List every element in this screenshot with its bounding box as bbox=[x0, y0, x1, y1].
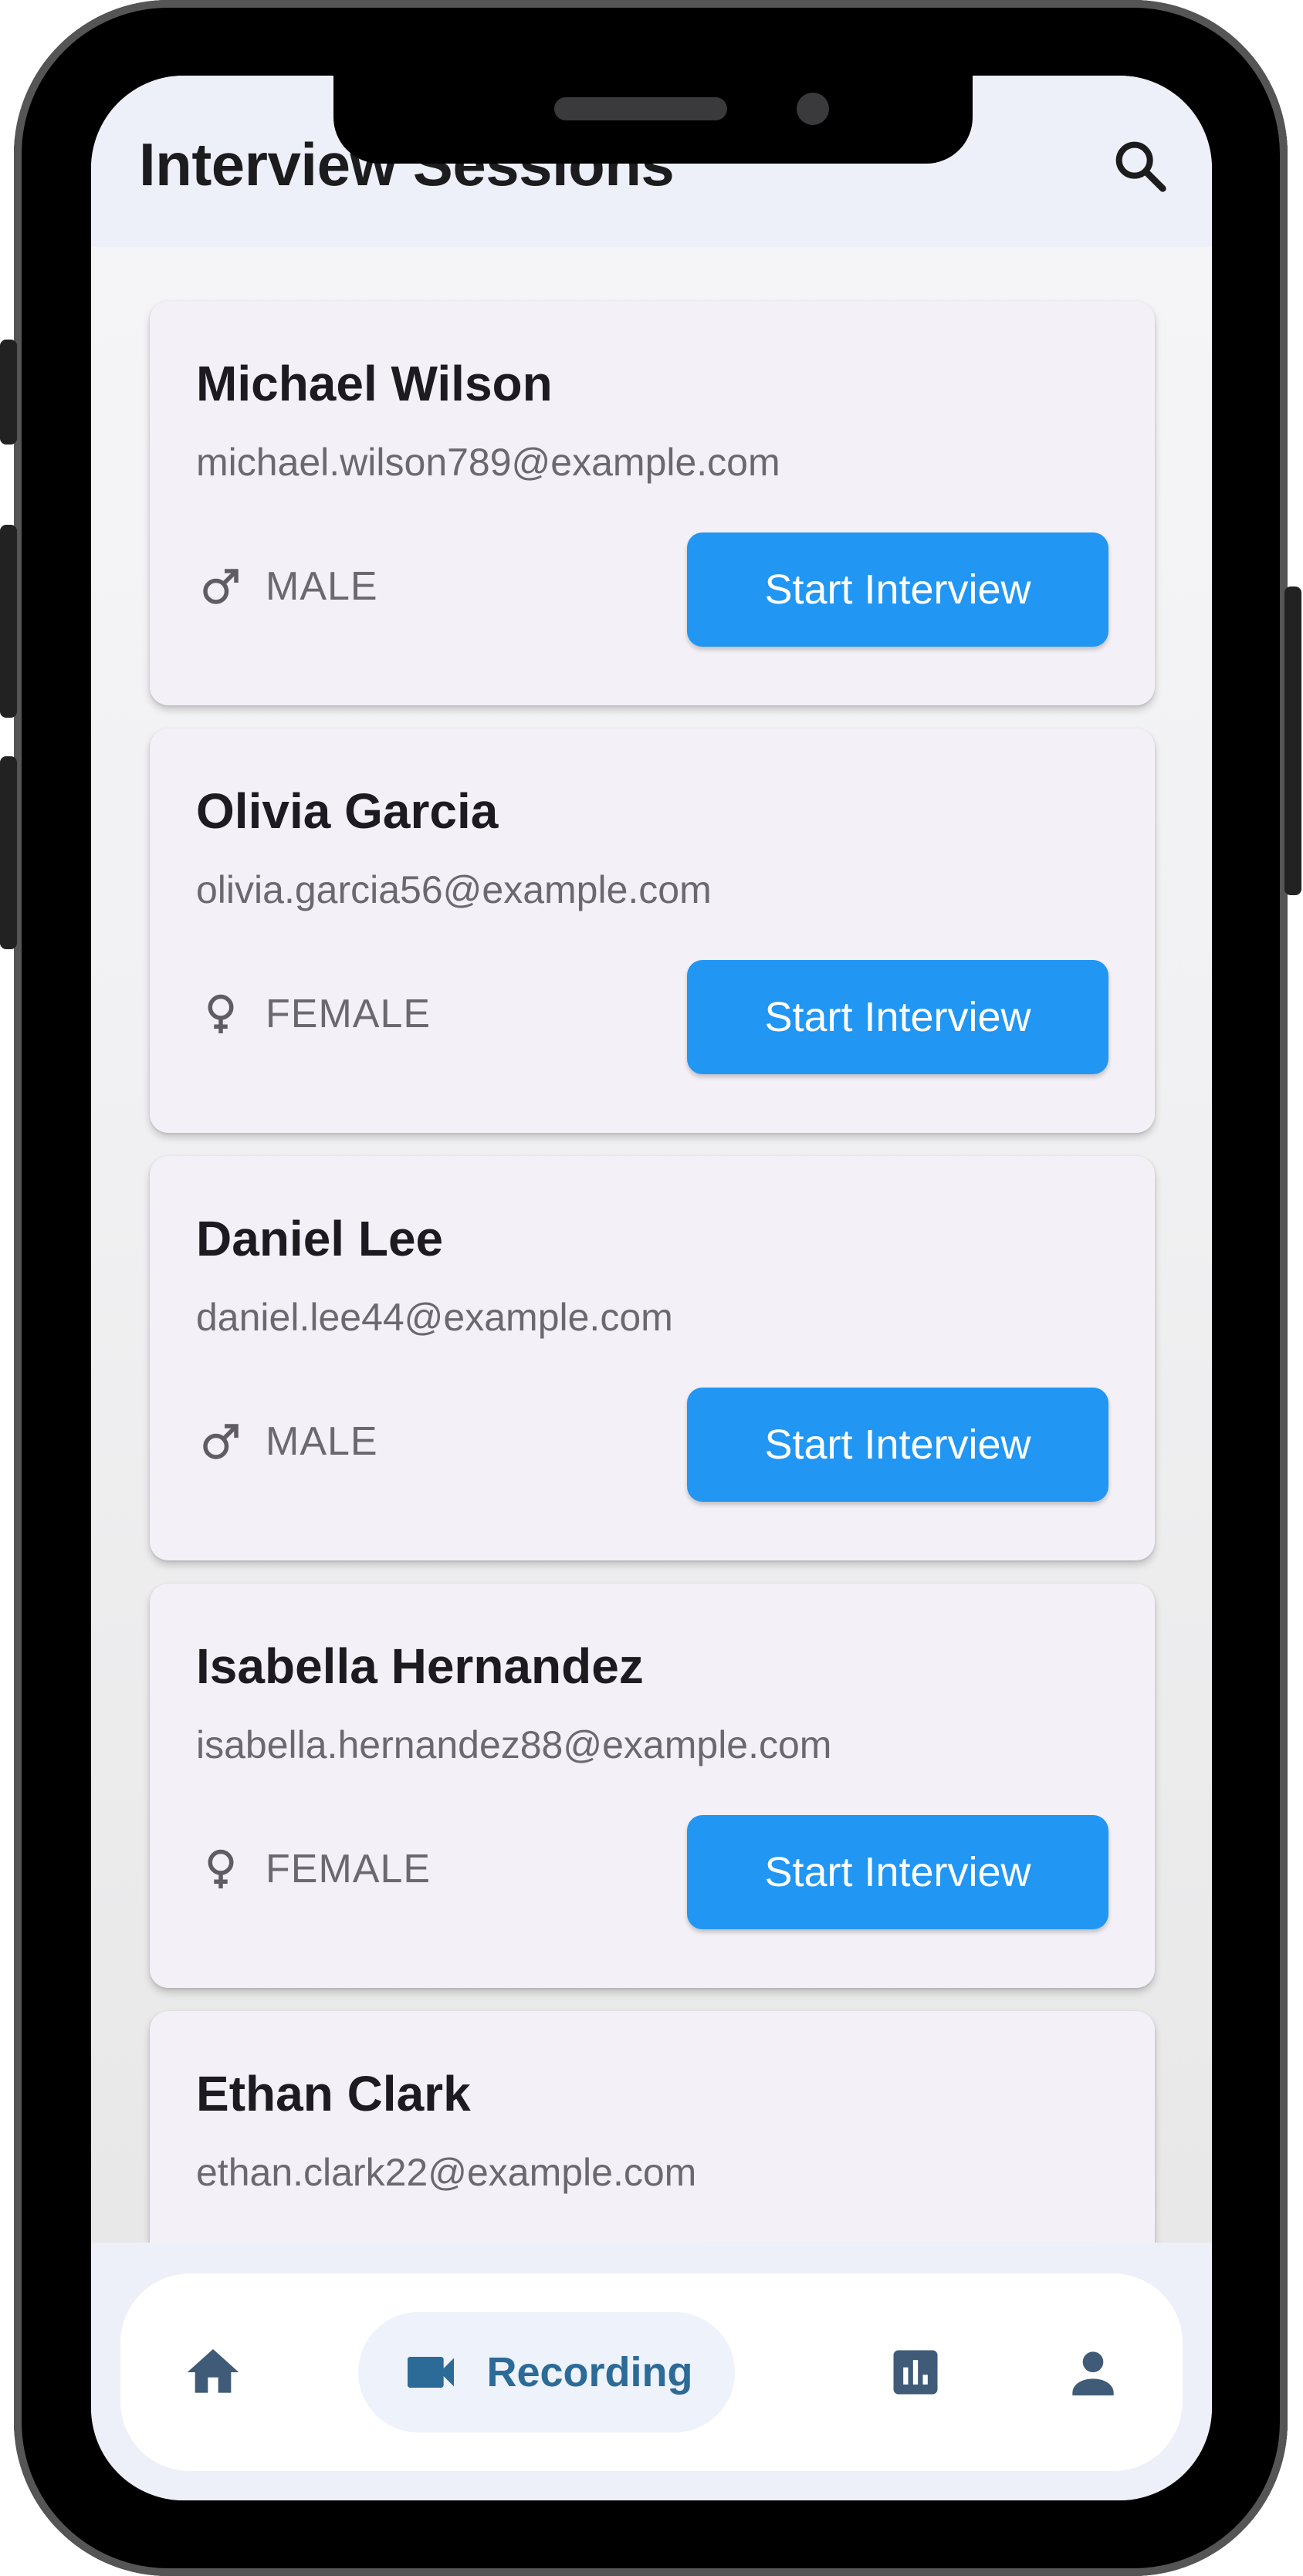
candidate-email: ethan.clark22@example.com bbox=[196, 2151, 697, 2194]
start-interview-button[interactable]: Start Interview bbox=[687, 960, 1108, 1074]
videocam-icon bbox=[408, 2357, 455, 2388]
gender-label: MALE bbox=[266, 1419, 378, 1464]
speaker bbox=[554, 97, 727, 120]
gender-row: FEMALE bbox=[198, 991, 431, 1037]
gender-label: MALE bbox=[266, 564, 378, 609]
candidate-card: Daniel Lee daniel.lee44@example.com MALE… bbox=[150, 1156, 1155, 1560]
candidate-email: daniel.lee44@example.com bbox=[196, 1296, 673, 1339]
candidate-email: michael.wilson789@example.com bbox=[196, 441, 780, 484]
start-interview-button[interactable]: Start Interview bbox=[687, 532, 1108, 647]
candidate-card: Olivia Garcia olivia.garcia56@example.co… bbox=[150, 729, 1155, 1133]
female-icon bbox=[208, 994, 234, 1033]
candidate-email: olivia.garcia56@example.com bbox=[196, 868, 712, 911]
candidate-name: Daniel Lee bbox=[196, 1211, 444, 1266]
bar-chart-icon bbox=[893, 2350, 938, 2395]
candidate-name: Olivia Garcia bbox=[196, 783, 499, 839]
start-interview-button[interactable]: Start Interview bbox=[687, 1388, 1108, 1502]
male-icon bbox=[203, 1424, 239, 1459]
gender-row: MALE bbox=[198, 563, 378, 610]
female-icon bbox=[208, 1849, 234, 1888]
home-icon bbox=[187, 2349, 239, 2393]
start-interview-button[interactable]: Start Interview bbox=[687, 1815, 1108, 1929]
nav-stats[interactable] bbox=[869, 2312, 962, 2432]
bottom-nav-container: Recording bbox=[91, 2243, 1212, 2500]
male-icon bbox=[203, 569, 239, 604]
notch bbox=[333, 76, 973, 164]
side-button-volume-up bbox=[0, 525, 17, 718]
candidate-name: Ethan Clark bbox=[196, 2066, 471, 2121]
candidate-email: isabella.hernandez88@example.com bbox=[196, 1723, 832, 1766]
nav-recording[interactable]: Recording bbox=[358, 2312, 735, 2432]
search-button[interactable] bbox=[1110, 136, 1172, 198]
nav-profile[interactable] bbox=[1047, 2312, 1139, 2432]
person-icon bbox=[1072, 2351, 1114, 2395]
candidate-card: Isabella Hernandez isabella.hernandez88@… bbox=[150, 1584, 1155, 1988]
candidate-list: Michael Wilson michael.wilson789@example… bbox=[150, 301, 1155, 2439]
candidate-name: Michael Wilson bbox=[196, 356, 553, 411]
screen: Interview Sessions Michael Wilson michae… bbox=[91, 76, 1212, 2500]
bottom-navigation-bar: Recording bbox=[120, 2273, 1183, 2471]
gender-row: FEMALE bbox=[198, 1846, 431, 1892]
gender-row: MALE bbox=[198, 1418, 378, 1465]
candidate-name: Isabella Hernandez bbox=[196, 1638, 644, 1694]
candidate-card: Michael Wilson michael.wilson789@example… bbox=[150, 301, 1155, 705]
side-button-power bbox=[1284, 587, 1301, 895]
search-icon bbox=[1115, 141, 1166, 192]
side-button-mute bbox=[0, 340, 17, 445]
nav-home[interactable] bbox=[167, 2312, 259, 2432]
front-camera bbox=[797, 93, 829, 125]
nav-recording-label: Recording bbox=[486, 2349, 693, 2395]
gender-label: FEMALE bbox=[266, 1847, 432, 1891]
gender-label: FEMALE bbox=[266, 992, 432, 1036]
side-button-volume-down bbox=[0, 756, 17, 949]
